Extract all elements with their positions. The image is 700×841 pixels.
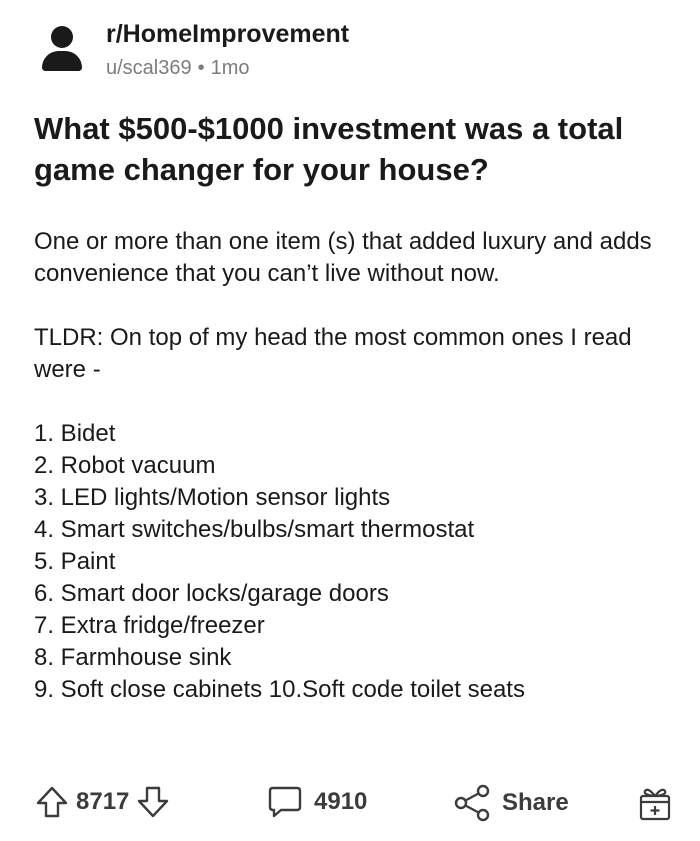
post-actions-bar: 8717 4910 Share bbox=[34, 778, 674, 828]
item-list: 1. Bidet 2. Robot vacuum 3. LED lights/M… bbox=[34, 418, 674, 706]
list-item: 1. Bidet bbox=[34, 420, 116, 447]
body-paragraph: One or more than one item (s) that added… bbox=[34, 228, 652, 287]
vote-count: 8717 bbox=[76, 788, 130, 815]
share-button[interactable]: Share bbox=[452, 784, 569, 822]
subreddit-link[interactable]: r/HomeImprovement bbox=[106, 18, 349, 50]
list-item: 3. LED lights/Motion sensor lights bbox=[34, 484, 391, 511]
comments-button[interactable]: 4910 bbox=[266, 784, 367, 820]
post-body: One or more than one item (s) that added… bbox=[34, 226, 674, 706]
author-link[interactable]: u/scal369 bbox=[106, 57, 192, 79]
post-header: r/HomeImprovement u/scal369 • 1mo bbox=[40, 18, 349, 82]
downvote-arrow-icon[interactable] bbox=[135, 784, 171, 820]
list-item: 9. Soft close cabinets 10.Soft code toil… bbox=[34, 676, 525, 703]
user-avatar-icon[interactable] bbox=[40, 26, 84, 76]
vote-group: 8717 bbox=[34, 784, 171, 820]
share-icon bbox=[452, 784, 492, 822]
reddit-post: r/HomeImprovement u/scal369 • 1mo What $50… bbox=[0, 0, 700, 841]
list-item: 5. Paint bbox=[34, 548, 116, 575]
body-paragraph: TLDR: On top of my head the most common … bbox=[34, 324, 632, 383]
list-item: 2. Robot vacuum bbox=[34, 452, 216, 479]
post-age: 1mo bbox=[210, 57, 250, 79]
list-item: 8. Farmhouse sink bbox=[34, 644, 232, 671]
comment-bubble-icon bbox=[266, 784, 304, 820]
gift-award-icon bbox=[638, 784, 672, 822]
upvote-arrow-icon[interactable] bbox=[34, 784, 70, 820]
list-item: 7. Extra fridge/freezer bbox=[34, 612, 265, 639]
post-meta: r/HomeImprovement u/scal369 • 1mo bbox=[106, 18, 349, 82]
award-button[interactable] bbox=[638, 784, 672, 822]
author-line: u/scal369 • 1mo bbox=[106, 54, 349, 82]
post-title[interactable]: What $500-$1000 investment was a total g… bbox=[34, 108, 674, 190]
list-item: 4. Smart switches/bulbs/smart thermostat bbox=[34, 516, 475, 543]
share-label: Share bbox=[502, 789, 569, 816]
meta-separator: • bbox=[197, 57, 205, 79]
comment-count: 4910 bbox=[314, 788, 368, 815]
list-item: 6. Smart door locks/garage doors bbox=[34, 580, 389, 607]
